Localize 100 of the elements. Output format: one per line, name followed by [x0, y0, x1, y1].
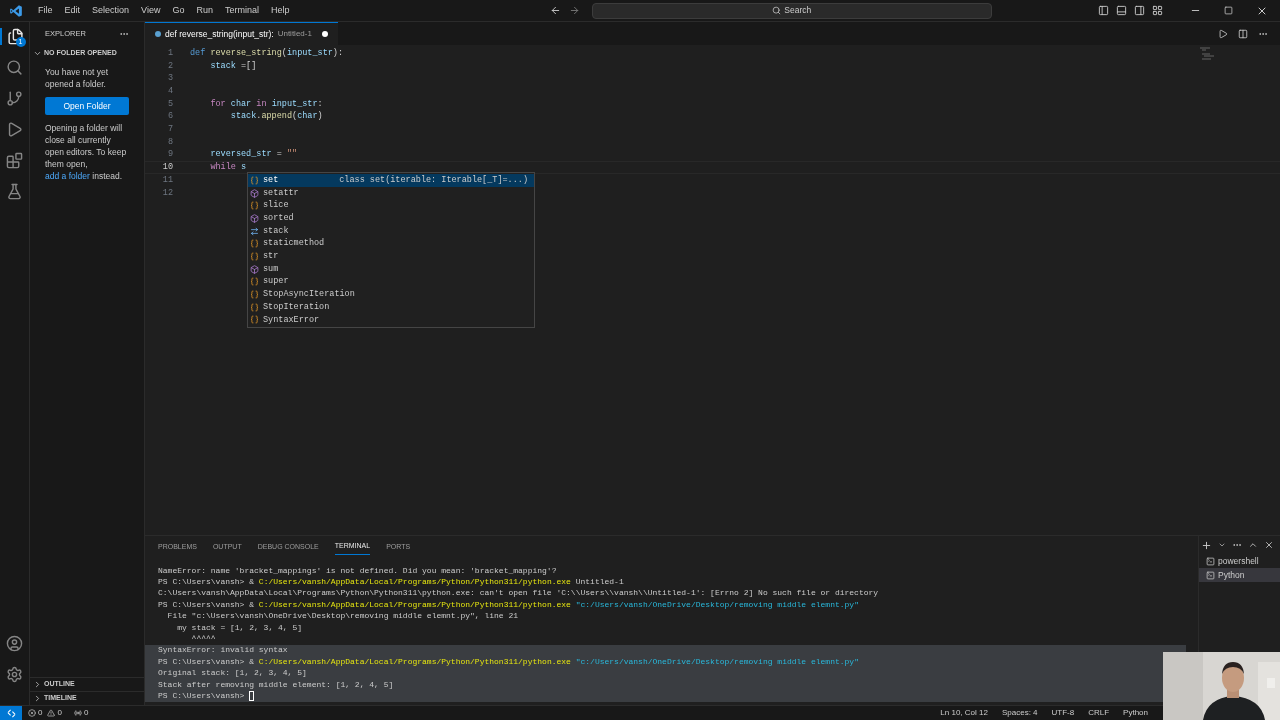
settings-icon[interactable] [6, 666, 23, 683]
forward-icon[interactable] [568, 5, 580, 16]
minimap-drawing [1200, 47, 1216, 61]
class-icon [250, 290, 259, 300]
chevron-icon[interactable] [1218, 541, 1226, 549]
terminal-line: PS C:\Users\vansh> & C:/Users/vansh/AppData/Local/Programs/Python/Python311/python.exe "c:/Users/vansh/OneDrive/Desktop/removing middle elemnt.py" [158, 655, 859, 668]
suggestion-item[interactable]: super [248, 275, 534, 289]
code-line: for char in input_str: [209, 97, 323, 111]
status-item[interactable]: Python [1123, 707, 1148, 719]
terminal-line: PS C:\Users\vansh> & C:/Users/vansh/AppData/Local/Programs/Python/Python311/python.exe "c:/Users/vansh/OneDrive/Desktop/removing middle elemnt.py" [158, 598, 859, 611]
menu-item[interactable]: File [32, 3, 59, 18]
code-line: def reverse_string(input_str): [190, 46, 344, 60]
split-editor-icon[interactable] [1238, 28, 1248, 39]
back-icon[interactable] [549, 5, 561, 16]
line-number: 8 [166, 135, 174, 149]
suggestion-item[interactable]: StopAsyncIteration [248, 288, 534, 301]
suggestion-item[interactable]: stack [248, 224, 534, 238]
ports-indicator[interactable]: 0 [67, 707, 95, 719]
terminal-line: NameError: name 'bracket_mappings' is not defined. Did you mean: 'bracket_mapping'? [158, 564, 557, 577]
maximize-panel-icon[interactable] [1248, 540, 1258, 550]
menu-item[interactable]: Go [166, 3, 191, 18]
class-icon [250, 175, 259, 185]
line-number: 1 [166, 46, 174, 60]
line-number: 10 [161, 161, 174, 174]
editor-tab[interactable]: def reverse_string(input_str): Untitled-1 [145, 22, 338, 45]
status-item[interactable]: UTF-8 [1051, 707, 1075, 719]
search-field[interactable]: Search [591, 2, 992, 19]
cube-icon [250, 188, 259, 198]
code-line: stack.append(char) [229, 110, 323, 124]
terminal-line: PS C:\Users\vansh> & C:/Users/vansh/AppData/Local/Programs/Python/Python311/python.exe Untitled-1 [158, 576, 624, 589]
run-icon[interactable] [1218, 28, 1228, 39]
search-icon [772, 6, 782, 15]
line-number: 9 [166, 148, 174, 162]
terminal-line: Original stack: [1, 2, 3, 4, 5] [158, 667, 307, 680]
folder-hint-text: Opening a folder will close all currently open editors. To keep them open, add a folder instead. [45, 122, 128, 182]
error-icon [28, 709, 36, 717]
line-number: 2 [166, 59, 174, 73]
code-line: reversed_str = "" [209, 148, 298, 162]
remote-button[interactable] [0, 706, 22, 720]
app-logo-icon [9, 3, 23, 18]
line-number: 6 [166, 110, 174, 124]
restore-icon[interactable] [1224, 6, 1233, 15]
class-icon [250, 239, 259, 249]
problems-indicator[interactable]: 0 0 [22, 707, 68, 719]
cube-icon [250, 213, 259, 223]
menu-item[interactable]: Selection [86, 3, 136, 18]
status-item[interactable]: Ln 10, Col 12 [940, 707, 988, 719]
new-terminal-icon[interactable] [1201, 539, 1212, 551]
suggestion-item[interactable]: SyntaxError [248, 313, 534, 327]
variable-icon [250, 226, 259, 236]
terminal-line: PS C:\Users\vansh> [158, 690, 245, 702]
code-line: stack =[] [209, 59, 257, 73]
code-line: while s [209, 161, 247, 174]
class-icon [250, 251, 259, 261]
account-icon[interactable] [6, 635, 23, 652]
layout-icon[interactable] [1152, 5, 1163, 16]
suggestion-item[interactable]: sum [248, 262, 534, 276]
line-number: 5 [166, 97, 174, 111]
suggestion-item[interactable]: set class set(iterable: Iterable[_T]=...) [248, 174, 534, 187]
terminal-line: File "c:\Users\vansh\OneDrive\Desktop\removing middle elemnt.py", line 21 [166, 610, 519, 623]
sidebar-toggle-icon[interactable] [1098, 5, 1109, 16]
class-icon [250, 201, 259, 211]
tab-title: def reverse_string(input_str): [165, 27, 274, 41]
line-number: 7 [166, 123, 174, 136]
menu-item[interactable]: Run [190, 3, 219, 18]
line-number: 4 [166, 85, 174, 98]
menu-item[interactable]: Help [264, 3, 296, 18]
cube-icon [250, 264, 259, 274]
open-folder-button[interactable]: Open Folder [45, 97, 129, 115]
empty-message: You have not yet opened a folder. [45, 66, 109, 90]
suggestion-item[interactable]: StopIteration [248, 300, 534, 314]
suggestion-item[interactable]: str [248, 250, 534, 263]
warning-icon [47, 709, 56, 717]
line-number: 3 [166, 72, 174, 86]
add-folder-link[interactable]: add a folder [45, 171, 90, 181]
class-icon [250, 277, 259, 287]
status-item[interactable]: Spaces: 4 [1001, 707, 1038, 719]
terminal-line: my stack = [1, 2, 3, 4, 5] [176, 621, 303, 634]
terminal-line: ^^^^^ [190, 633, 216, 646]
python-file-icon [155, 31, 161, 37]
menu-item[interactable]: View [135, 3, 167, 18]
menu-item[interactable]: Edit [58, 3, 87, 18]
suggestion-item[interactable]: staticmethod [248, 237, 534, 251]
menu-item[interactable]: Terminal [218, 3, 265, 18]
remote-icon [6, 708, 16, 718]
status-item[interactable]: CRLF [1088, 707, 1110, 719]
secondary-sidebar-icon[interactable] [1134, 5, 1145, 16]
panel-toggle-icon[interactable] [1116, 5, 1127, 16]
suggestion-item[interactable]: slice [248, 199, 534, 213]
broadcast-icon [73, 709, 82, 717]
class-icon [250, 315, 259, 325]
terminal-line: Stack after removing middle element: [1, 2, 4, 5] [158, 678, 394, 691]
terminal-icon [1206, 556, 1215, 566]
close-panel-icon[interactable] [1264, 540, 1274, 550]
terminal-list-item[interactable]: Python [1199, 568, 1280, 582]
suggestion-item[interactable]: sorted [248, 212, 534, 225]
terminal-line: SyntaxError: invalid syntax [158, 644, 288, 657]
terminal-list-item[interactable]: powershell [1199, 554, 1280, 568]
suggestion-item[interactable]: setattr [248, 186, 534, 200]
terminal-line: C:\Users\vansh\AppData\Local\Programs\Python\Python311\python.exe: can't open file 'C:\\Users\\vansh\\Untitled-1': [Errno 2] No such file or directory [158, 587, 879, 600]
